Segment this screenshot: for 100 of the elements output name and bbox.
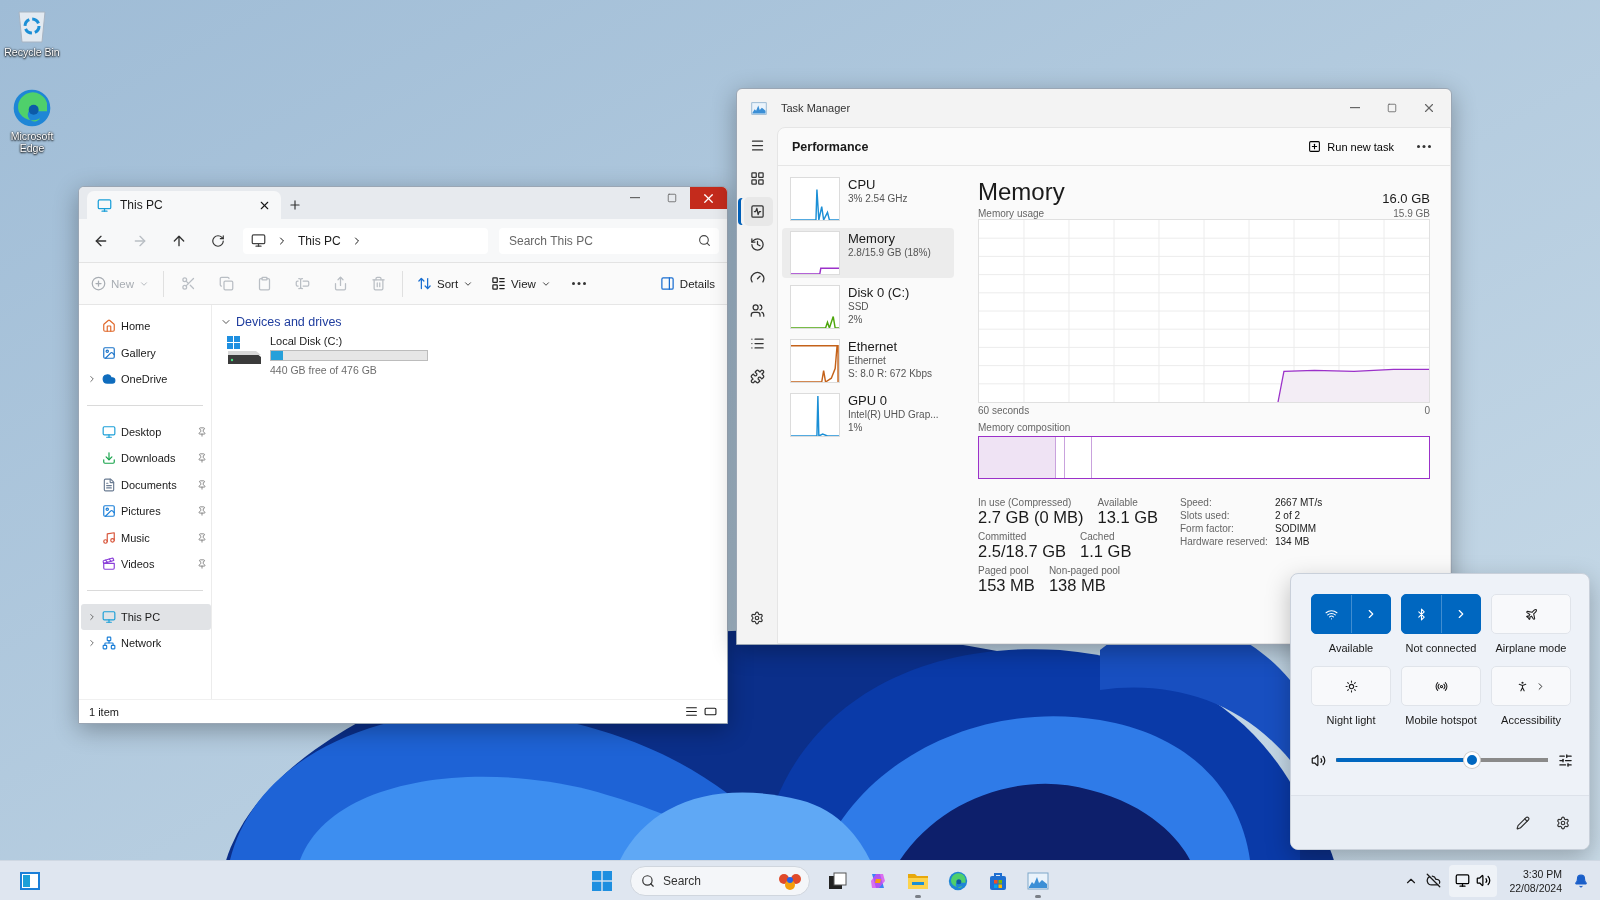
- nav-item[interactable]: Desktop: [81, 418, 211, 445]
- view-button[interactable]: View: [487, 269, 555, 298]
- stat-label: Paged pool: [978, 565, 1030, 576]
- task-view-icon: [828, 871, 848, 891]
- windows-logo-icon: [592, 871, 612, 891]
- resource-item[interactable]: CPU 3% 2.54 GHz: [782, 174, 954, 224]
- task-manager-icon: [1027, 872, 1049, 890]
- desktop-icon: [102, 424, 116, 439]
- expand-icon[interactable]: [87, 638, 97, 649]
- axis-label: 0: [1424, 405, 1430, 416]
- nav-item[interactable]: Network: [81, 630, 211, 657]
- shortcut-label: Microsoft Edge: [9, 130, 55, 155]
- store-icon: [988, 871, 1008, 891]
- clock[interactable]: 3:30 PM 22/08/2024: [1505, 866, 1566, 895]
- wifi-icon: [1324, 607, 1338, 621]
- notification-icon[interactable]: [1574, 873, 1588, 888]
- nav-item[interactable]: Gallery: [81, 339, 211, 366]
- picture-icon: [102, 504, 116, 519]
- resource-item[interactable]: Memory 2.8/15.9 GB (18%): [782, 228, 954, 278]
- maximize-icon: [1386, 103, 1397, 113]
- task-manager-icon: [751, 101, 767, 115]
- cloud-off-icon[interactable]: [1426, 873, 1442, 888]
- nav-item[interactable]: Pictures: [81, 498, 211, 525]
- network-icon: [1455, 873, 1471, 888]
- nav-item[interactable]: Music: [81, 524, 211, 551]
- details-button[interactable]: Details: [655, 269, 719, 298]
- expand-icon[interactable]: [87, 611, 97, 622]
- gauge-icon: [749, 270, 765, 285]
- history-icon: [749, 237, 765, 252]
- stat-label: Cached: [1080, 531, 1116, 542]
- more-icon: [571, 282, 586, 285]
- airplane-mode-toggle[interactable]: [1491, 594, 1571, 634]
- expand-icon[interactable]: [87, 374, 97, 385]
- tile-label: Not connected: [1405, 642, 1477, 654]
- sort-button[interactable]: Sort: [413, 269, 478, 298]
- shortcut-label: Recycle Bin: [4, 46, 60, 59]
- plus-icon: [1308, 140, 1322, 153]
- details-view-icon[interactable]: [685, 705, 698, 718]
- share-icon: [332, 276, 348, 291]
- search-field[interactable]: Search This PC: [499, 227, 719, 254]
- menu-icon: [749, 138, 765, 153]
- close-button[interactable]: [690, 187, 727, 209]
- taskbar-search-field[interactable]: Search: [630, 866, 810, 896]
- stat-value: 13.1 GB: [1097, 508, 1158, 527]
- list-icon: [749, 336, 765, 351]
- total-memory: 16.0 GB: [1382, 191, 1430, 206]
- nav-item[interactable]: Videos: [81, 551, 211, 578]
- sun-icon: [1344, 679, 1358, 693]
- tile-label: Mobile hotspot: [1405, 714, 1477, 726]
- nav-item[interactable]: Downloads: [81, 445, 211, 472]
- bluetooth-toggle[interactable]: [1401, 594, 1481, 634]
- sort-icon: [417, 276, 432, 291]
- explorer-tab[interactable]: This PC: [87, 191, 281, 219]
- refresh-icon: [211, 233, 225, 248]
- performance-tab[interactable]: [741, 197, 773, 226]
- nav-item[interactable]: Home: [81, 313, 211, 340]
- panel-icon: [659, 276, 675, 291]
- settings-icon: [1556, 815, 1570, 830]
- resource-item[interactable]: Disk 0 (C:) SSD 2%: [782, 282, 954, 332]
- view-icon: [491, 276, 507, 291]
- resource-item[interactable]: Ethernet Ethernet S: 8.0 R: 672 Kbps: [782, 336, 954, 386]
- stat-value: 2.5/18.7 GB: [978, 542, 1067, 561]
- spec-value: SODIMM: [1275, 523, 1318, 534]
- night-light-toggle[interactable]: [1311, 666, 1391, 706]
- resource-item[interactable]: GPU 0 Intel(R) UHD Grap... 1%: [782, 390, 954, 440]
- mobile-hotspot-toggle[interactable]: [1401, 666, 1481, 706]
- window-title: Task Manager: [781, 102, 851, 114]
- copy-icon: [218, 276, 234, 291]
- stat-label: Committed: [978, 531, 1028, 542]
- volume-icon[interactable]: [1311, 752, 1326, 768]
- stat-value: 153 MB: [978, 576, 1035, 595]
- network-icon: [102, 636, 116, 651]
- tile-label: Available: [1328, 642, 1374, 654]
- wifi-toggle[interactable]: [1311, 594, 1391, 634]
- rename-icon: [294, 276, 310, 291]
- network-volume-button[interactable]: [1449, 864, 1498, 897]
- spec-label: Hardware reserved:: [1180, 536, 1269, 547]
- minimize-icon: [1349, 107, 1360, 109]
- nav-item[interactable]: OneDrive: [81, 366, 211, 393]
- gallery-icon: [102, 345, 116, 360]
- status-text: 1 item: [89, 705, 120, 718]
- tiles-view-icon[interactable]: [704, 705, 717, 718]
- audio-output-icon[interactable]: [1558, 752, 1573, 768]
- home-icon: [102, 319, 116, 334]
- address-bar[interactable]: This PC: [243, 227, 488, 254]
- widgets-icon: [20, 871, 40, 890]
- copilot-icon: [868, 871, 888, 891]
- nav-item[interactable]: This PC: [81, 603, 211, 630]
- drive-item[interactable]: Local Disk (C:) 440 GB free of 476 GB: [220, 335, 719, 376]
- slider-thumb[interactable]: [1463, 752, 1480, 768]
- spec-label: Slots used:: [1180, 510, 1231, 521]
- run-new-task-button[interactable]: Run new task: [1302, 136, 1400, 157]
- breadcrumb-item[interactable]: This PC: [298, 233, 341, 248]
- puzzle-icon: [749, 369, 765, 384]
- graph-label: Memory usage: [978, 208, 1045, 219]
- section-header[interactable]: Devices and drives: [220, 315, 719, 329]
- nav-item[interactable]: Documents: [81, 471, 211, 498]
- accessibility-icon: [1516, 679, 1529, 693]
- search-icon: [641, 874, 655, 888]
- edge-icon: [948, 871, 968, 891]
